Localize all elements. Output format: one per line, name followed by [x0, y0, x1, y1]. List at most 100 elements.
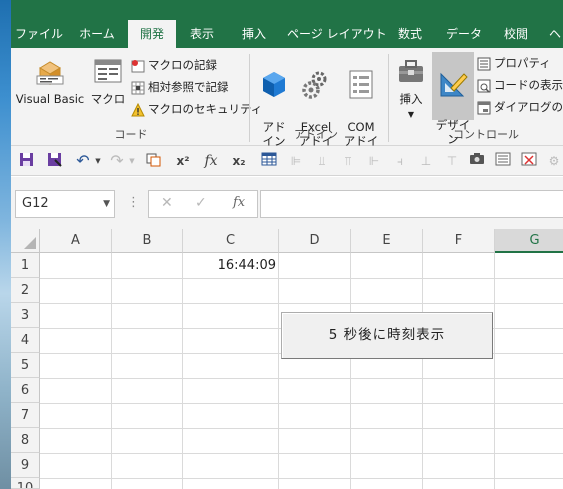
properties-label: プロパティ — [494, 56, 551, 70]
gridline — [40, 403, 563, 404]
chevron-down-icon[interactable]: ▼ — [103, 191, 110, 217]
column-header[interactable]: C — [183, 229, 279, 253]
row-header[interactable]: 7 — [11, 403, 40, 428]
tab-formulas[interactable]: 数式 — [389, 20, 431, 48]
undo-icon[interactable]: ↶ — [73, 152, 93, 170]
function-icon[interactable]: fx — [233, 195, 245, 210]
record-macro-label: マクロの記録 — [148, 58, 217, 72]
formula-input[interactable] — [260, 190, 563, 218]
table-icon[interactable] — [259, 152, 279, 170]
view-code-label: コードの表示 — [494, 78, 563, 92]
row-header[interactable]: 9 — [11, 453, 40, 478]
row-header[interactable]: 3 — [11, 303, 40, 328]
relative-reference-icon — [131, 81, 145, 94]
select-all-button[interactable] — [11, 229, 40, 253]
ribbon-separator — [249, 54, 250, 142]
gridline — [494, 253, 495, 489]
run-dialog-button[interactable]: ダイアログの実 — [477, 98, 563, 116]
column-header[interactable]: A — [40, 229, 112, 253]
tab-home[interactable]: ホーム — [73, 20, 121, 48]
column-header[interactable]: E — [351, 229, 423, 253]
camera-icon[interactable] — [467, 152, 487, 170]
copy-format-icon[interactable] — [143, 152, 163, 170]
select-all-icon — [24, 237, 36, 249]
visual-basic-button[interactable]: Visual Basic — [15, 54, 85, 106]
tab-help[interactable]: ヘ — [545, 20, 563, 48]
save-icon[interactable] — [17, 152, 35, 170]
excel-window: ファイル ホーム 開発 表示 挿入 ページ レイアウト 数式 データ 校閲 ヘ … — [11, 0, 563, 489]
row-header[interactable]: 5 — [11, 353, 40, 378]
insert-control-label: 挿入 — [399, 92, 423, 106]
controls-group-label: コントロール — [453, 128, 519, 141]
column-header-selected[interactable]: G — [495, 229, 563, 253]
delete-control-icon[interactable] — [519, 152, 539, 170]
row-header[interactable]: 10 — [11, 478, 40, 489]
tab-view[interactable]: 表示 — [181, 20, 223, 48]
gear-icon — [302, 71, 327, 99]
properties-button[interactable]: プロパティ — [477, 54, 551, 72]
toolbox-icon — [399, 60, 423, 82]
subscript-icon[interactable]: x₂ — [229, 152, 249, 170]
design-mode-button[interactable]: デザイン モード — [432, 52, 474, 160]
gridline — [40, 428, 563, 429]
redo-icon[interactable]: ↷ — [107, 152, 127, 170]
tab-page-layout[interactable]: ページ レイアウト — [287, 20, 387, 48]
redo-dropdown-icon[interactable]: ▼ — [127, 152, 137, 170]
ribbon: Visual Basic マクロ マクロの記録 相対参照で記録 マクロのセキュリ… — [11, 48, 563, 162]
undo-dropdown-icon[interactable]: ▼ — [93, 152, 103, 170]
row-header[interactable]: 2 — [11, 278, 40, 303]
show-time-button[interactable]: 5 秒後に時刻表示 — [281, 312, 493, 359]
check-icon[interactable]: ✓ — [195, 195, 207, 211]
column-header[interactable]: B — [112, 229, 183, 253]
macro-label: マクロ — [90, 92, 126, 106]
align-middle-icon[interactable]: ⊥ — [417, 152, 435, 170]
macro-button[interactable]: マクロ — [89, 54, 127, 106]
tab-data[interactable]: データ — [441, 20, 487, 48]
ribbon-separator — [388, 54, 389, 142]
tab-developer[interactable]: 開発 — [128, 20, 176, 48]
addin-group-label: アドイン — [294, 128, 338, 141]
cancel-icon[interactable]: ✕ — [161, 195, 173, 211]
addins-icon — [263, 72, 285, 97]
row-header[interactable]: 1 — [11, 253, 40, 278]
align-bottom-icon[interactable]: ⫫ — [313, 152, 331, 170]
record-macro-button[interactable]: マクロの記録 — [131, 56, 217, 74]
relative-reference-label: 相対参照で記録 — [148, 80, 229, 94]
com-addins-icon — [349, 70, 373, 99]
run-dialog-icon — [477, 101, 491, 114]
row-header[interactable]: 6 — [11, 378, 40, 403]
insert-control-button[interactable]: 挿入 ▼ — [392, 54, 430, 122]
align-right-icon[interactable]: ⊩ — [365, 152, 383, 170]
row-header[interactable]: 4 — [11, 328, 40, 353]
formula-bar-splitter-icon[interactable]: ⋮ — [127, 195, 140, 210]
settings-icon[interactable]: ⚙ — [545, 152, 563, 170]
function-icon[interactable]: fx — [201, 152, 221, 170]
row-header[interactable]: 8 — [11, 428, 40, 453]
gridline — [40, 453, 563, 454]
save-as-icon[interactable] — [45, 152, 63, 170]
gridline — [40, 303, 563, 304]
tab-insert[interactable]: 挿入 — [233, 20, 275, 48]
macro-security-button[interactable]: マクロのセキュリティ — [131, 100, 262, 118]
control-properties-icon[interactable] — [493, 152, 513, 170]
name-box[interactable]: G12 ▼ — [15, 190, 115, 218]
align-left-icon[interactable]: ⊫ — [287, 152, 305, 170]
relative-reference-button[interactable]: 相対参照で記録 — [131, 78, 229, 96]
align-top-icon[interactable]: ⫪ — [339, 152, 357, 170]
view-code-button[interactable]: コードの表示 — [477, 76, 563, 94]
tab-file[interactable]: ファイル — [13, 20, 65, 48]
view-code-icon — [477, 79, 491, 93]
distribute-vertical-icon[interactable]: ⊤ — [443, 152, 461, 170]
tab-review[interactable]: 校閲 — [495, 20, 537, 48]
column-header[interactable]: D — [279, 229, 351, 253]
column-header[interactable]: F — [423, 229, 495, 253]
distribute-horizontal-icon[interactable]: ⫞ — [391, 152, 409, 170]
cell-c1[interactable]: 16:44:09 — [183, 258, 276, 273]
gridline — [350, 253, 351, 489]
superscript-icon[interactable]: x² — [173, 152, 193, 170]
run-dialog-label: ダイアログの実 — [494, 100, 563, 114]
macro-security-label: マクロのセキュリティ — [148, 102, 263, 116]
gridline — [40, 278, 563, 279]
worksheet-grid[interactable]: A B C D E F G 1 2 3 4 5 6 7 8 9 10 16:44… — [11, 229, 563, 489]
visual-basic-icon — [36, 61, 64, 85]
